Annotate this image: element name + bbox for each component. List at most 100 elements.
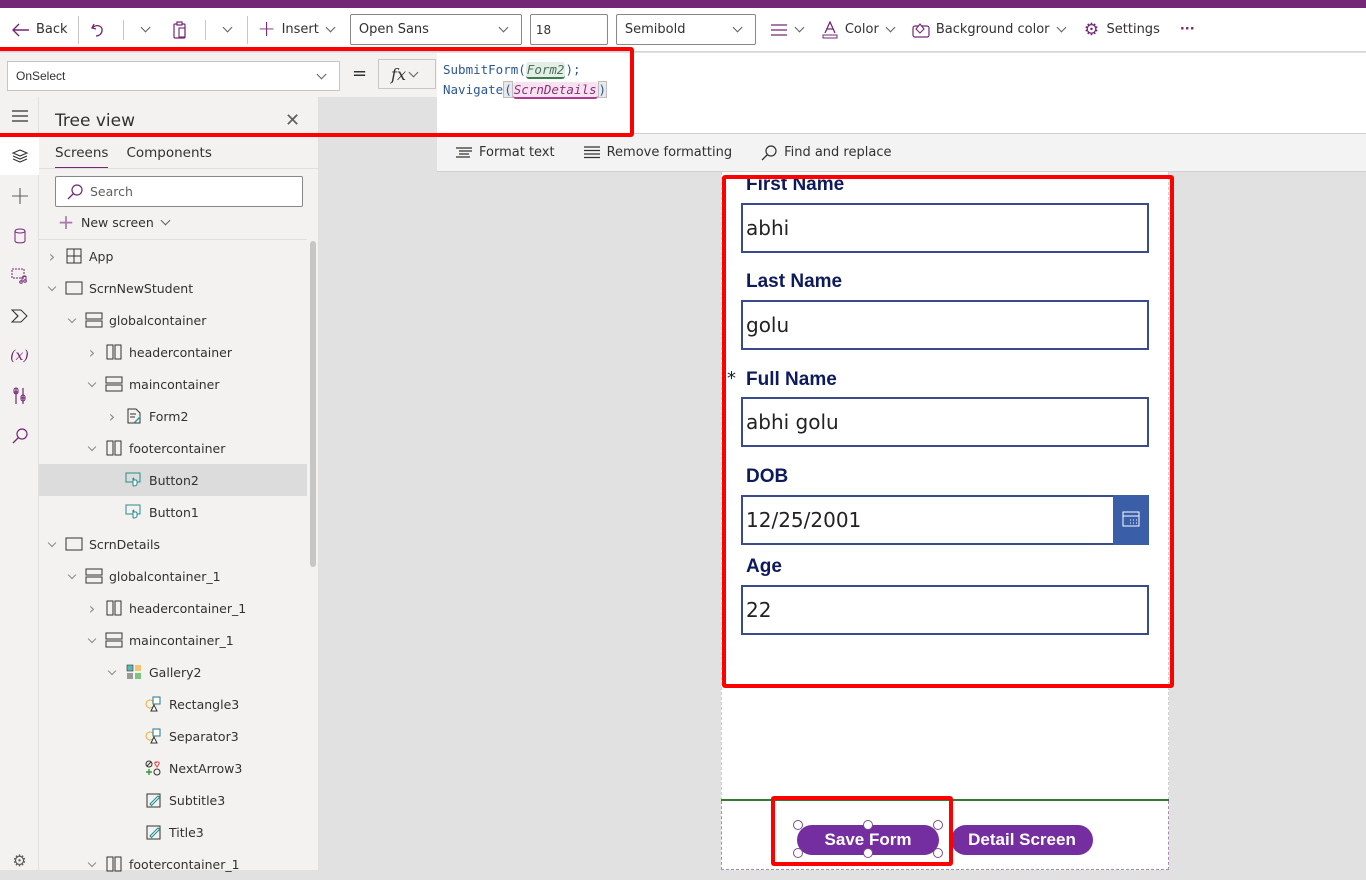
chevron-down-icon[interactable] (65, 313, 79, 327)
paste-dropdown[interactable] (210, 14, 243, 46)
tree-node[interactable]: NextArrow3 (39, 752, 307, 784)
tree-node[interactable]: Button1 (39, 496, 307, 528)
tree-node[interactable]: Button2 (39, 464, 307, 496)
insert-label: Insert (281, 22, 319, 37)
vertical-container-icon (85, 311, 103, 329)
find-replace-button[interactable]: Find and replace (760, 144, 891, 162)
menu-icon[interactable] (0, 97, 39, 135)
tree-node[interactable]: Rectangle3 (39, 688, 307, 720)
tree-node[interactable]: footercontainer (39, 432, 307, 464)
resize-handle[interactable] (933, 848, 943, 858)
fx-button[interactable]: fx (378, 59, 436, 89)
tree-scrollbar[interactable] (310, 241, 316, 567)
age-label: Age (746, 556, 782, 577)
tree-node[interactable]: globalcontainer (39, 304, 307, 336)
horizontal-container-icon (105, 343, 123, 361)
resize-handle[interactable] (933, 820, 943, 830)
paste-button[interactable] (165, 14, 201, 46)
font-family-value: Open Sans (358, 22, 429, 37)
power-automate-icon[interactable] (0, 297, 39, 335)
chevron-down-icon[interactable] (85, 857, 99, 871)
tree-node[interactable]: footercontainer_1 (39, 848, 307, 880)
close-icon[interactable]: ✕ (285, 110, 300, 131)
tree-node[interactable]: Title3 (39, 816, 307, 848)
tree-node[interactable]: ScrnNewStudent (39, 272, 307, 304)
undo-dropdown[interactable] (128, 14, 161, 46)
tree-node[interactable]: maincontainer_1 (39, 624, 307, 656)
chevron-down-icon (325, 22, 336, 33)
tab-components[interactable]: Components (126, 145, 211, 169)
label-edit-icon (145, 791, 163, 809)
chevron-down-icon[interactable] (85, 633, 99, 647)
tree-search-input[interactable]: Search (55, 176, 303, 207)
chevron-down-icon (1056, 22, 1066, 33)
resize-handle[interactable] (863, 848, 873, 858)
tree-node[interactable]: maincontainer (39, 368, 307, 400)
more-button[interactable]: ··· (1174, 14, 1201, 46)
chevron-down-icon (732, 22, 743, 33)
last-name-value: golu (746, 313, 790, 337)
chevron-right-icon[interactable]: › (105, 407, 119, 426)
full-name-input[interactable]: abhi golu (741, 397, 1149, 447)
resize-handle[interactable] (793, 820, 803, 830)
background-color-button[interactable]: Background color (906, 14, 1077, 46)
tree-node[interactable]: globalcontainer_1 (39, 560, 307, 592)
tree-node[interactable]: › headercontainer (39, 336, 307, 368)
chevron-down-icon[interactable] (65, 569, 79, 583)
text-align-button[interactable] (764, 14, 815, 46)
first-name-input[interactable]: abhi (741, 203, 1149, 253)
format-text-button[interactable]: Format text (455, 144, 555, 162)
dob-date-picker[interactable]: 12/25/2001 (741, 495, 1149, 545)
calendar-button[interactable] (1113, 495, 1149, 545)
tab-screens[interactable]: Screens (55, 145, 109, 169)
new-screen-button[interactable]: + New screen (57, 210, 175, 234)
formula-function: Navigate (443, 82, 504, 97)
tree-node[interactable]: › headercontainer_1 (39, 592, 307, 624)
chevron-down-icon[interactable] (85, 441, 99, 455)
undo-button[interactable] (83, 14, 119, 46)
last-name-input[interactable]: golu (741, 300, 1149, 350)
tree-node-label: Button1 (149, 504, 199, 520)
clipboard-icon (171, 20, 189, 39)
fill-color-icon (912, 21, 930, 39)
settings-button[interactable]: ⚙ Settings (1077, 14, 1166, 46)
color-button[interactable]: Color (815, 14, 906, 46)
resize-handle[interactable] (863, 820, 873, 830)
search-icon[interactable] (0, 417, 39, 455)
variables-icon[interactable]: (x) (0, 337, 39, 375)
tree-node[interactable]: Gallery2 (39, 656, 307, 688)
format-bar: Format text Remove formatting Find and r… (437, 134, 1366, 172)
age-input[interactable]: 22 (741, 585, 1149, 635)
tree-node[interactable]: › App (39, 240, 307, 272)
layers-icon[interactable] (0, 137, 39, 175)
settings-icon[interactable]: ⚙ (0, 841, 39, 879)
tree-node[interactable]: Separator3 (39, 720, 307, 752)
tree-node[interactable]: ScrnDetails (39, 528, 307, 560)
chevron-right-icon[interactable]: › (85, 343, 99, 362)
detail-screen-button[interactable]: Detail Screen (951, 825, 1093, 855)
tree-node[interactable]: › Form2 (39, 400, 307, 432)
font-weight-select[interactable]: Semibold (615, 14, 756, 45)
chevron-right-icon[interactable]: › (85, 599, 99, 618)
data-icon[interactable] (0, 217, 39, 255)
insert-icon[interactable] (0, 177, 39, 215)
chevron-down-icon[interactable] (45, 281, 59, 295)
media-icon[interactable] (0, 257, 39, 295)
insert-button[interactable]: + Insert (252, 14, 346, 46)
remove-formatting-button[interactable]: Remove formatting (583, 144, 732, 162)
chevron-down-icon[interactable] (45, 537, 59, 551)
formula-editor[interactable]: SubmitForm(Form2); Navigate(ScrnDetails) (437, 53, 1366, 134)
find-replace-label: Find and replace (784, 145, 892, 160)
property-select[interactable]: OnSelect (7, 61, 340, 91)
resize-handle[interactable] (793, 848, 803, 858)
advanced-tools-icon[interactable] (0, 377, 39, 415)
tree-node[interactable]: Subtitle3 (39, 784, 307, 816)
font-family-select[interactable]: Open Sans (349, 14, 522, 45)
chevron-down-icon[interactable] (85, 377, 99, 391)
last-name-label: Last Name (746, 271, 843, 292)
new-screen-label: New screen (81, 214, 154, 230)
chevron-down-icon[interactable] (105, 665, 119, 679)
chevron-right-icon[interactable]: › (45, 247, 59, 266)
back-button[interactable]: Back (6, 14, 74, 46)
font-size-input[interactable]: 18 (529, 14, 608, 45)
